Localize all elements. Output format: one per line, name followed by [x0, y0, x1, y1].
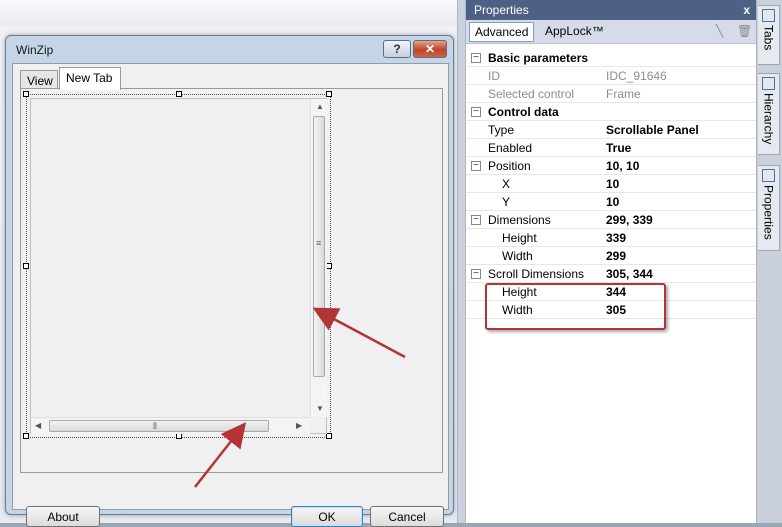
- property-value[interactable]: 10, 10: [606, 159, 639, 173]
- property-value[interactable]: True: [606, 141, 631, 155]
- properties-title-bar: Properties x: [466, 0, 756, 20]
- property-name: Basic parameters: [488, 51, 589, 65]
- pane-splitter[interactable]: [457, 0, 466, 523]
- grip-icon: ⦀: [153, 421, 157, 431]
- highlight-box: [485, 283, 666, 330]
- collapse-icon[interactable]: −: [471, 107, 481, 117]
- horizontal-scrollbar[interactable]: ◀ ⦀ ▶: [31, 417, 310, 434]
- collapse-icon[interactable]: −: [471, 53, 481, 63]
- about-button[interactable]: About: [26, 506, 100, 527]
- vertical-scroll-thumb[interactable]: ≡: [313, 116, 325, 377]
- dialog-client: View New Tab ▲ ≡ ▼ ◀ ⦀ ▶ About OK Cancel: [12, 63, 449, 527]
- help-button[interactable]: ?: [383, 40, 411, 58]
- property-name: Selected control: [488, 87, 575, 101]
- property-name: Type: [488, 123, 515, 137]
- property-row[interactable]: Selected control Frame: [466, 85, 756, 103]
- property-name: Scroll Dimensions: [488, 267, 585, 281]
- properties-toolbar: Advanced AppLock™ ╲ 🗑: [466, 20, 756, 44]
- property-category[interactable]: − Control data: [466, 103, 756, 121]
- property-row[interactable]: Enabled True: [466, 139, 756, 157]
- property-value[interactable]: Scrollable Panel: [606, 123, 699, 137]
- tab-applock[interactable]: AppLock™: [540, 22, 609, 42]
- dialog-title: WinZip: [16, 43, 54, 57]
- property-name: Position: [488, 159, 531, 173]
- close-button[interactable]: ✕: [413, 40, 447, 58]
- trash-icon[interactable]: 🗑: [737, 24, 752, 38]
- scroll-right-icon[interactable]: ▶: [296, 422, 302, 430]
- property-name: Width: [502, 249, 533, 263]
- scrollable-panel[interactable]: ▲ ≡ ▼ ◀ ⦀ ▶: [30, 98, 327, 434]
- tab-new-tab[interactable]: New Tab: [59, 67, 121, 90]
- scroll-left-icon[interactable]: ◀: [35, 422, 41, 430]
- grip-icon: ≡: [316, 238, 322, 248]
- property-row[interactable]: X 10: [466, 175, 756, 193]
- property-value[interactable]: Frame: [606, 87, 641, 101]
- resize-handle[interactable]: [326, 91, 332, 97]
- property-grid: − Basic parameters ID IDC_91646 Selected con…: [466, 49, 756, 319]
- property-row[interactable]: Height 339: [466, 229, 756, 247]
- property-row[interactable]: Y 10: [466, 193, 756, 211]
- property-row[interactable]: ID IDC_91646: [466, 67, 756, 85]
- properties-title: Properties: [474, 3, 529, 17]
- properties-icon: [762, 169, 775, 182]
- side-tab-label: Tabs: [761, 25, 776, 51]
- side-tab-label: Properties: [761, 185, 776, 240]
- resize-handle[interactable]: [23, 263, 29, 269]
- property-value[interactable]: 10: [606, 195, 619, 209]
- resize-handle[interactable]: [23, 91, 29, 97]
- tabs-icon: [762, 9, 775, 22]
- resize-handle[interactable]: [176, 91, 182, 97]
- property-value[interactable]: 305, 344: [606, 267, 653, 281]
- resize-handle[interactable]: [23, 433, 29, 439]
- property-value[interactable]: 10: [606, 177, 619, 191]
- winzip-dialog: WinZip ? ✕ View New Tab ▲ ≡ ▼ ◀ ⦀ ▶ Abou…: [5, 35, 454, 527]
- side-tab-hierarchy[interactable]: Hierarchy: [758, 73, 780, 155]
- properties-pane: Properties x Advanced AppLock™ ╲ 🗑 − Basi…: [466, 0, 756, 523]
- property-name: Dimensions: [488, 213, 551, 227]
- property-name: Y: [502, 195, 511, 209]
- property-name: Enabled: [488, 141, 533, 155]
- property-value[interactable]: 299: [606, 249, 626, 263]
- property-value[interactable]: 339: [606, 231, 626, 245]
- cancel-button[interactable]: Cancel: [370, 506, 444, 527]
- property-value[interactable]: IDC_91646: [606, 69, 667, 83]
- side-tab-tabs[interactable]: Tabs: [758, 5, 780, 65]
- property-row[interactable]: Width 299: [466, 247, 756, 265]
- scroll-down-icon[interactable]: ▼: [316, 405, 324, 413]
- property-row[interactable]: − Position 10, 10: [466, 157, 756, 175]
- collapse-icon[interactable]: −: [471, 215, 481, 225]
- vertical-scrollbar[interactable]: ▲ ≡ ▼: [310, 99, 327, 417]
- property-name: X: [502, 177, 511, 191]
- scroll-up-icon[interactable]: ▲: [316, 103, 324, 111]
- collapse-icon[interactable]: −: [471, 161, 481, 171]
- property-category[interactable]: − Basic parameters: [466, 49, 756, 67]
- property-name: Height: [502, 231, 537, 245]
- collapse-icon[interactable]: −: [471, 269, 481, 279]
- property-row[interactable]: − Scroll Dimensions 305, 344: [466, 265, 756, 283]
- ok-button[interactable]: OK: [291, 506, 363, 527]
- property-row[interactable]: Type Scrollable Panel: [466, 121, 756, 139]
- tab-advanced[interactable]: Advanced: [469, 22, 535, 42]
- property-row[interactable]: − Dimensions 299, 339: [466, 211, 756, 229]
- side-tab-label: Hierarchy: [761, 93, 776, 145]
- wand-icon[interactable]: ╲: [716, 24, 723, 38]
- tab-view[interactable]: View: [20, 70, 58, 89]
- hierarchy-icon: [762, 77, 775, 90]
- side-tab-strip: Tabs Hierarchy Properties: [756, 0, 782, 523]
- horizontal-scroll-thumb[interactable]: ⦀: [49, 420, 269, 432]
- close-icon[interactable]: x: [743, 3, 750, 17]
- property-name: ID: [488, 69, 500, 83]
- property-name: Control data: [488, 105, 559, 119]
- property-value[interactable]: 299, 339: [606, 213, 653, 227]
- side-tab-properties[interactable]: Properties: [758, 165, 780, 251]
